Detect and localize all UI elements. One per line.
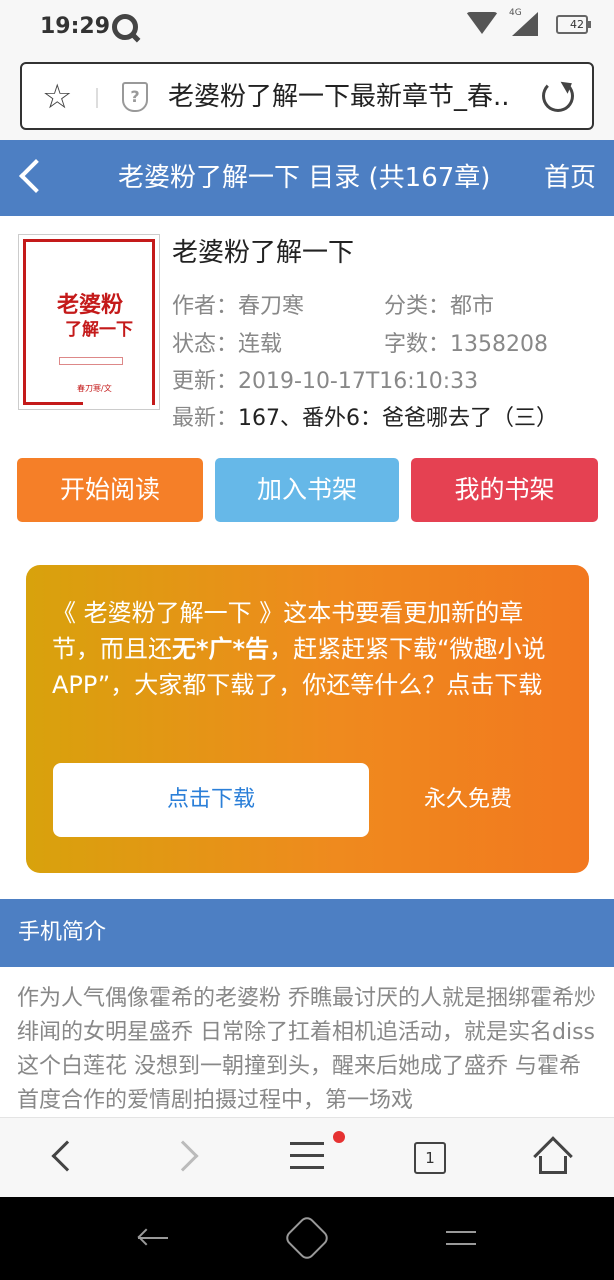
home-link[interactable]: 首页 xyxy=(544,160,596,196)
shield-icon[interactable]: ? xyxy=(122,82,148,112)
reload-icon[interactable] xyxy=(542,80,574,112)
status-bar: 19:29 4G 42 xyxy=(0,0,614,56)
book-author: 作者：春刀寒 xyxy=(172,292,304,322)
latest-label: 最新： xyxy=(172,406,239,431)
forward-icon[interactable] xyxy=(167,1140,199,1172)
book-title: 老婆粉了解一下 xyxy=(172,238,355,268)
url-divider xyxy=(96,88,98,108)
system-nav-bar xyxy=(0,1197,614,1280)
words-label: 字数： xyxy=(384,332,451,357)
site-header: 老婆粉了解一下 目录 (共167章) 首页 xyxy=(0,140,614,216)
cover-author: 春刀寒/文 xyxy=(77,384,112,393)
menu-icon[interactable] xyxy=(290,1142,324,1170)
cover-subtitle: 了解一下 xyxy=(65,320,133,340)
download-app-button[interactable]: 点击下载 xyxy=(53,763,369,837)
back-icon[interactable] xyxy=(51,1140,83,1172)
address-bar[interactable]: ☆ ? 老婆粉了解一下最新章节_春... xyxy=(20,62,594,130)
wifi-icon xyxy=(466,12,498,34)
book-status: 状态：连载 xyxy=(172,330,282,360)
book-category: 分类：都市 xyxy=(384,292,494,322)
app-promo-card: 《 老婆粉了解一下 》这本书要看更加新的章节，而且还无*广*告，赶紧赶紧下载“微… xyxy=(26,565,589,873)
status-time: 19:29 xyxy=(40,14,111,39)
home-icon[interactable] xyxy=(533,1136,573,1176)
add-to-shelf-button[interactable]: 加入书架 xyxy=(215,458,399,522)
book-updated: 更新：2019-10-17T16:10:33 xyxy=(172,367,478,397)
promo-text: 《 老婆粉了解一下 》这本书要看更加新的章节，而且还无*广*告，赶紧赶紧下载“微… xyxy=(52,595,562,703)
status-label: 状态： xyxy=(172,332,239,357)
cover-tagline-box xyxy=(59,357,123,365)
nav-recent-icon[interactable] xyxy=(446,1225,476,1251)
book-cover[interactable]: 老婆粉 了解一下 春刀寒/文 xyxy=(18,234,160,410)
my-shelf-button[interactable]: 我的书架 xyxy=(411,458,598,522)
tabs-icon[interactable]: 1 xyxy=(414,1142,446,1174)
words-value: 1358208 xyxy=(450,332,548,357)
book-word-count: 字数：1358208 xyxy=(384,330,548,360)
browser-address-area: ☆ ? 老婆粉了解一下最新章节_春... xyxy=(0,56,614,140)
url-title[interactable]: 老婆粉了解一下最新章节_春... xyxy=(168,80,512,114)
page-title: 老婆粉了解一下 目录 (共167章) xyxy=(118,163,491,193)
promo-text-highlight: 无*广*告 xyxy=(172,635,270,663)
updated-label: 更新： xyxy=(172,369,239,394)
star-icon[interactable]: ☆ xyxy=(42,80,72,114)
battery-icon: 42 xyxy=(556,15,591,34)
author-label: 作者： xyxy=(172,294,239,319)
category-label: 分类： xyxy=(384,294,451,319)
latest-chapter-link[interactable]: 167、番外6：爸爸哪去了（三） xyxy=(238,406,558,431)
nav-home-icon[interactable] xyxy=(282,1213,332,1263)
intro-title: 手机简介 xyxy=(18,920,107,945)
intro-section-header: 手机简介 xyxy=(0,899,614,967)
book-latest: 最新：167、番外6：爸爸哪去了（三） xyxy=(172,404,558,434)
author-value: 春刀寒 xyxy=(238,294,305,319)
updated-value: 2019-10-17T16:10:33 xyxy=(238,369,479,394)
browser-toolbar: 1 xyxy=(0,1117,614,1197)
intro-text: 作为人气偶像霍希的老婆粉 乔瞧最讨厌的人就是捆绑霍希炒绯闻的女明星盛乔 日常除了… xyxy=(17,986,596,1113)
nav-back-icon[interactable] xyxy=(137,1225,170,1251)
chevron-left-icon[interactable] xyxy=(19,159,53,193)
status-value: 连载 xyxy=(238,332,283,357)
notification-dot xyxy=(333,1131,345,1143)
q-app-icon xyxy=(112,14,138,40)
signal-icon xyxy=(512,12,538,36)
free-forever-label: 永久免费 xyxy=(424,787,513,812)
start-reading-button[interactable]: 开始阅读 xyxy=(17,458,203,522)
category-value: 都市 xyxy=(450,294,495,319)
